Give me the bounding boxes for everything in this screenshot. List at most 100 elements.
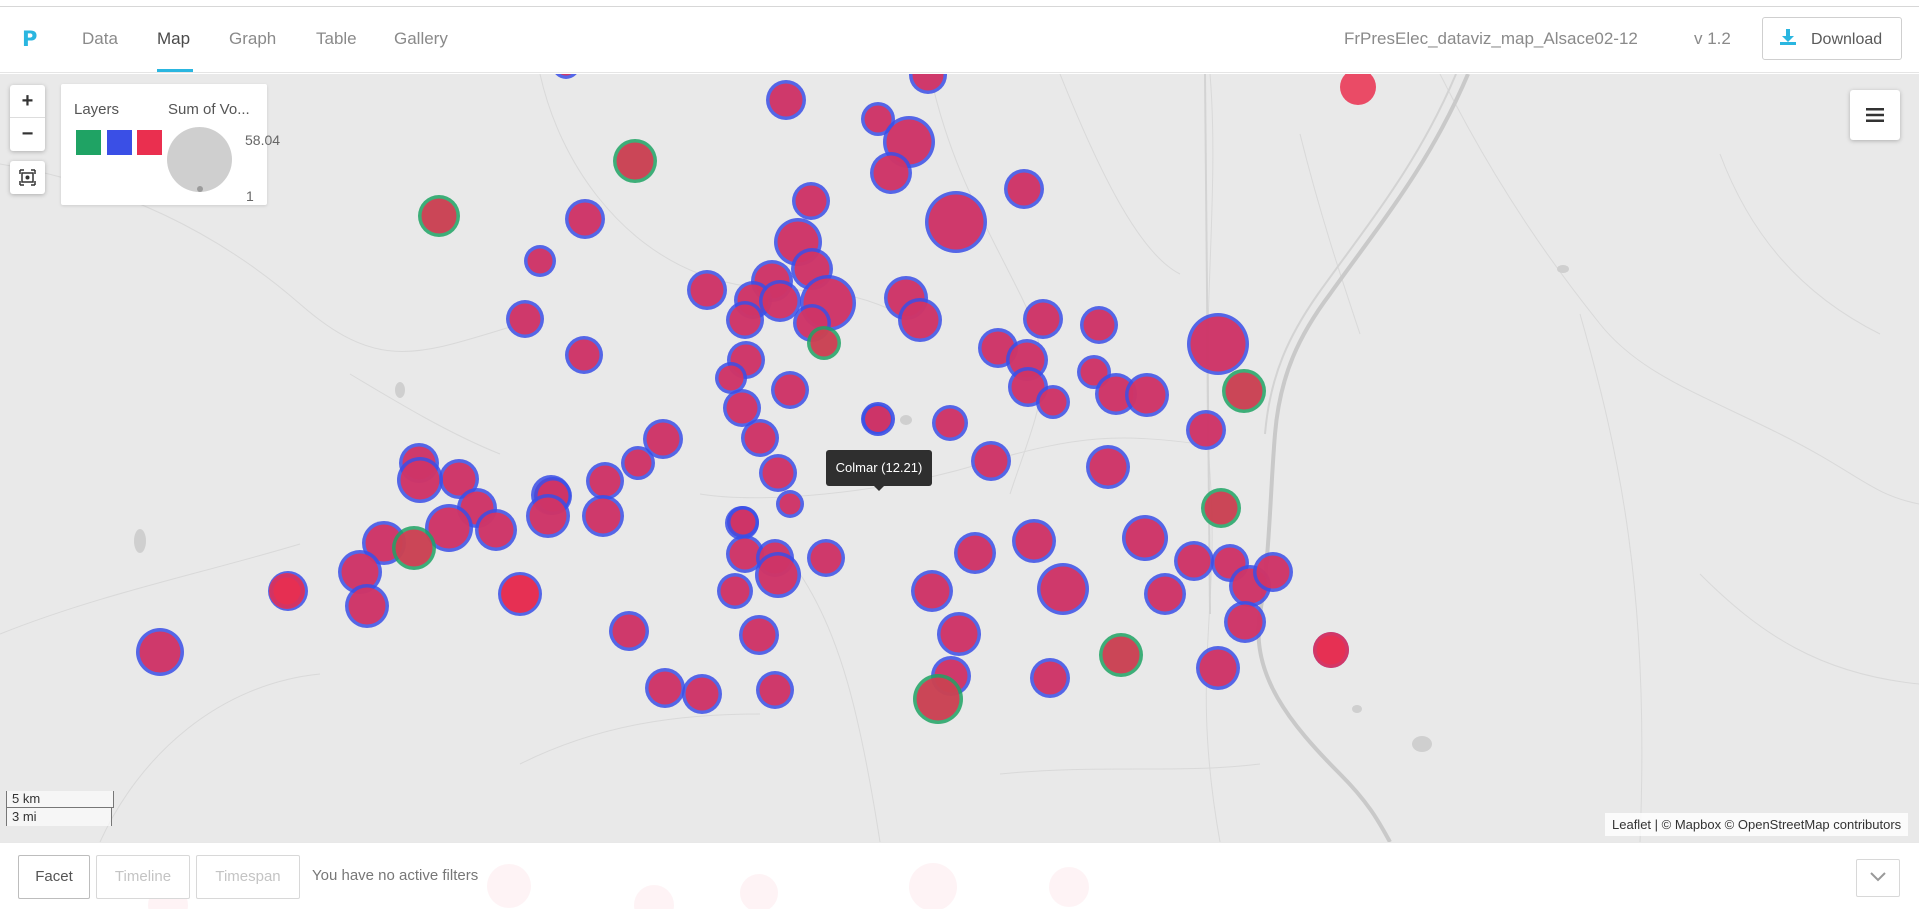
map-marker[interactable] (613, 139, 657, 183)
map-marker[interactable] (524, 245, 556, 277)
chevron-down-icon (1870, 872, 1886, 882)
map-marker[interactable] (759, 280, 801, 322)
colmar-marker[interactable] (861, 402, 895, 436)
map-marker[interactable] (682, 674, 722, 714)
map-marker[interactable] (687, 270, 727, 310)
download-button[interactable]: Download (1762, 17, 1902, 60)
map-marker[interactable] (397, 457, 443, 503)
map-marker[interactable] (269, 573, 305, 609)
tab-data[interactable]: Data (82, 29, 118, 49)
legend-swatch-blue[interactable] (107, 130, 132, 155)
map-legend: Layers Sum of Vo... 58.04 1 (61, 84, 280, 205)
tab-map[interactable]: Map (157, 29, 190, 49)
map-marker[interactable] (586, 462, 624, 500)
map-marker[interactable] (621, 446, 655, 480)
map-marker[interactable] (792, 182, 830, 220)
map-marker[interactable] (932, 405, 968, 441)
map-marker[interactable] (1030, 658, 1070, 698)
map-marker[interactable] (771, 371, 809, 409)
map-marker[interactable] (756, 671, 794, 709)
timeline-button[interactable]: Timeline (96, 855, 190, 899)
zoom-in-button[interactable]: + (10, 85, 45, 118)
scale-bar-km: 5 km (6, 791, 114, 808)
legend-swatch-green[interactable] (76, 130, 101, 155)
map-marker[interactable] (1224, 601, 1266, 643)
map-marker[interactable] (1313, 632, 1349, 668)
map-marker[interactable] (870, 152, 912, 194)
map-marker[interactable] (759, 454, 797, 492)
map-marker[interactable] (501, 575, 539, 613)
map-marker[interactable] (1340, 74, 1376, 105)
map-marker[interactable] (392, 526, 436, 570)
map-attribution[interactable]: Leaflet | © Mapbox © OpenStreetMap contr… (1605, 813, 1909, 836)
hamburger-icon (1866, 108, 1884, 122)
map-marker[interactable] (1253, 552, 1293, 592)
map-marker[interactable] (1004, 169, 1044, 209)
timespan-button[interactable]: Timespan (196, 855, 300, 899)
version-label: v 1.2 (1694, 29, 1731, 48)
map-marker[interactable] (1122, 515, 1168, 561)
map-marker[interactable] (1099, 633, 1143, 677)
map-marker[interactable] (526, 494, 570, 538)
map-marker[interactable] (565, 336, 603, 374)
legend-swatch-red[interactable] (137, 130, 162, 155)
map-marker[interactable] (609, 611, 649, 651)
map-marker[interactable] (898, 298, 942, 342)
map-marker[interactable] (1012, 519, 1056, 563)
map-view[interactable]: + − Layers Sum of Vo... 58.04 1 Colmar (… (0, 74, 1919, 842)
map-marker[interactable] (954, 532, 996, 574)
map-marker[interactable] (741, 419, 779, 457)
map-marker[interactable] (1187, 313, 1249, 375)
map-marker[interactable] (766, 80, 806, 120)
map-marker[interactable] (1125, 373, 1169, 417)
map-marker[interactable] (1222, 369, 1266, 413)
map-marker[interactable] (1196, 646, 1240, 690)
map-marker[interactable] (807, 539, 845, 577)
map-marker[interactable] (755, 552, 801, 598)
map-marker[interactable] (1174, 541, 1214, 581)
legend-size-max: 58.04 (245, 132, 281, 148)
map-marker[interactable] (582, 495, 624, 537)
map-marker[interactable] (911, 570, 953, 612)
map-marker[interactable] (739, 615, 779, 655)
zoom-control: + − (10, 85, 45, 151)
tab-table[interactable]: Table (316, 29, 357, 49)
map-marker[interactable] (1144, 573, 1186, 615)
map-marker[interactable] (727, 506, 759, 538)
map-marker[interactable] (925, 191, 987, 253)
tab-graph[interactable]: Graph (229, 29, 276, 49)
app-logo[interactable]: P (22, 27, 37, 51)
map-marker[interactable] (1201, 488, 1241, 528)
map-marker[interactable] (645, 668, 685, 708)
map-marker[interactable] (565, 199, 605, 239)
map-marker[interactable] (418, 195, 460, 237)
map-marker[interactable] (913, 674, 963, 724)
map-marker[interactable] (776, 490, 804, 518)
map-marker[interactable] (136, 628, 184, 676)
zoom-out-button[interactable]: − (10, 118, 45, 151)
map-marker[interactable] (1023, 299, 1063, 339)
map-marker[interactable] (475, 509, 517, 551)
map-marker[interactable] (726, 301, 764, 339)
map-marker[interactable] (909, 74, 947, 94)
map-marker[interactable] (1186, 410, 1226, 450)
map-marker[interactable] (552, 74, 580, 79)
map-marker[interactable] (1037, 563, 1089, 615)
facet-button[interactable]: Facet (18, 855, 90, 899)
map-marker[interactable] (1036, 385, 1070, 419)
fit-extent-button[interactable] (10, 161, 45, 194)
tooltip-arrow (874, 486, 884, 491)
map-marker[interactable] (1080, 306, 1118, 344)
map-marker[interactable] (506, 300, 544, 338)
filter-status: You have no active filters (312, 867, 479, 884)
map-marker[interactable] (345, 584, 389, 628)
tab-gallery[interactable]: Gallery (394, 29, 448, 49)
map-marker[interactable] (1086, 445, 1130, 489)
legend-size-title: Sum of Vo... (168, 101, 250, 118)
map-marker[interactable] (717, 573, 753, 609)
map-marker[interactable] (807, 326, 841, 360)
collapse-filters-button[interactable] (1856, 859, 1900, 897)
map-marker[interactable] (937, 612, 981, 656)
map-marker[interactable] (971, 441, 1011, 481)
map-menu-button[interactable] (1850, 90, 1900, 140)
